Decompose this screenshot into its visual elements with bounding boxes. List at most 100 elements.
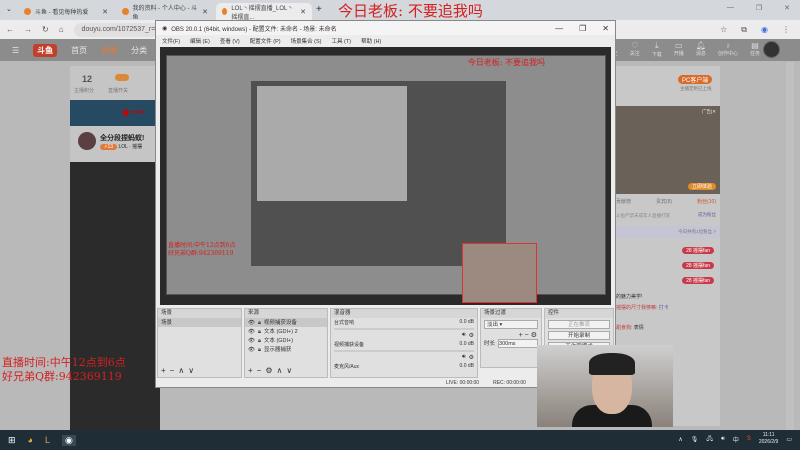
menu-profile[interactable]: 配置文件 (P) <box>250 37 281 45</box>
microphone-icon[interactable]: 🎙︎ <box>691 436 699 443</box>
add-icon[interactable]: + <box>161 366 166 375</box>
up-icon[interactable]: ∧ <box>178 366 184 375</box>
minimize-button[interactable]: — <box>727 4 734 12</box>
menu-tools[interactable]: 工具 (T) <box>332 37 352 45</box>
nav-live[interactable]: 直播 <box>101 45 117 56</box>
nav-category[interactable]: 分类 <box>131 45 147 56</box>
up-icon[interactable]: ∧ <box>277 366 283 375</box>
maximize-button[interactable]: ❐ <box>756 4 762 12</box>
tab-fans[interactable]: 粉丝(10) <box>697 198 716 205</box>
ad-video[interactable]: 广告|✕ 立即体验 <box>612 106 720 194</box>
extensions-icon[interactable]: ⧉ <box>741 25 747 35</box>
start-recording-button[interactable]: 开始录制 <box>548 331 610 340</box>
down-icon[interactable]: ∨ <box>188 366 194 375</box>
streaming-button[interactable]: 正在推流 <box>548 320 610 329</box>
add-icon[interactable]: + <box>519 332 523 339</box>
hamburger-icon[interactable]: ☰ <box>12 46 19 55</box>
close-icon[interactable]: ✕ <box>102 8 108 16</box>
eye-icon[interactable]: 👁︎ <box>248 319 255 327</box>
chat-user[interactable]: 摇摆的尺寸我够嘛: <box>616 305 657 311</box>
source-item[interactable]: 👁︎ 🔒︎ 显示器捕获 <box>245 345 327 354</box>
tab-vip[interactable]: 贵宾(8) <box>656 198 672 205</box>
tab-douyu-home[interactable]: 斗鱼 - 看见每种热爱 ✕ <box>18 3 114 20</box>
league-client-icon[interactable]: L <box>45 435 50 445</box>
remove-icon[interactable]: − <box>170 366 175 375</box>
lock-icon[interactable]: 🔒︎ <box>258 319 261 327</box>
tab-contributors[interactable]: 贡献榜 <box>616 198 631 205</box>
nav-home[interactable]: 首页 <box>71 45 87 56</box>
close-icon[interactable]: ✕ <box>202 8 208 16</box>
star-icon[interactable]: ☆ <box>720 25 727 35</box>
scene-item[interactable]: 场景 <box>158 318 241 327</box>
menu-icon[interactable]: ⋮ <box>782 25 790 35</box>
obs-icon[interactable]: ◉ <box>62 434 76 446</box>
remove-icon[interactable]: − <box>257 366 262 375</box>
gear-icon[interactable]: ⚙ <box>265 366 272 375</box>
transition-select[interactable]: 淡出 ▾ <box>484 320 538 329</box>
eye-icon[interactable]: 👁︎ <box>248 346 255 354</box>
down-icon[interactable]: ∨ <box>286 366 292 375</box>
menu-edit[interactable]: 编辑 (E) <box>190 37 210 45</box>
streamer-avatar[interactable] <box>78 132 96 150</box>
ad-cta-button[interactable]: 立即体验 <box>687 183 716 190</box>
ime-indicator[interactable]: 中 <box>733 435 739 444</box>
volume-slider[interactable] <box>334 350 474 352</box>
gear-icon[interactable]: ⚙ <box>531 332 537 339</box>
lock-icon[interactable]: 🔒︎ <box>258 328 261 336</box>
chrome-icon[interactable]: ◕ <box>28 435 33 445</box>
new-tab-button[interactable]: + <box>316 4 322 15</box>
tab-list-chevron-icon[interactable]: ⌄ <box>6 5 12 13</box>
user-avatar[interactable] <box>763 41 780 58</box>
become-fan-button[interactable]: 成为粉丝 <box>698 212 716 218</box>
pc-client-button[interactable]: PC客户端 <box>678 75 713 84</box>
chat-user[interactable]: 甜食狗: <box>616 325 632 331</box>
live-toggle[interactable] <box>115 74 129 81</box>
eye-icon[interactable]: 👁︎ <box>248 328 255 336</box>
reload-icon[interactable]: ↻ <box>42 25 49 34</box>
home-icon[interactable]: ⌂ <box>59 25 64 34</box>
fans-hint[interactable]: 今日共有1位粉丝 > <box>612 226 720 238</box>
tray-expand-icon[interactable]: ∧ <box>678 436 682 443</box>
obs-preview[interactable]: 今日老板: 不要追我吗 直播时间:中午12点到6点 好兄弟Q群:942369119 <box>160 47 611 305</box>
page-scrollbar[interactable] <box>786 62 794 430</box>
menu-help[interactable]: 帮助 (H) <box>361 37 381 45</box>
source-item[interactable]: 👁︎ 🔒︎ 视频捕获设备 <box>245 318 327 327</box>
header-download[interactable]: ⤓ 下载 <box>652 41 662 58</box>
lock-icon[interactable]: 🔒︎ <box>258 337 261 345</box>
minimize-button[interactable]: — <box>555 24 563 33</box>
volume-icon[interactable]: 🔊︎ <box>721 436 725 443</box>
douyu-logo[interactable]: 斗鱼 <box>33 43 58 57</box>
header-creator[interactable]: ♁ 创作中心 <box>718 41 738 58</box>
close-window-button[interactable]: ✕ <box>784 4 790 12</box>
speaker-icon[interactable]: 🔊︎ <box>462 332 466 339</box>
back-icon[interactable]: ← <box>6 25 14 34</box>
forward-icon[interactable]: → <box>24 25 32 34</box>
tab-profile[interactable]: 我的资料 - 个人中心 - 斗鱼 ✕ <box>116 3 214 21</box>
ad-close[interactable]: 广告|✕ <box>702 109 716 115</box>
network-icon[interactable]: 🖧 <box>706 434 713 444</box>
menu-view[interactable]: 查看 (V) <box>220 37 240 45</box>
volume-slider[interactable] <box>334 328 474 330</box>
source-item[interactable]: 👁︎ 🔒︎ 文本 (GDI+) 2 <box>245 327 327 336</box>
clock[interactable]: 11:11 2026/2/9 <box>759 432 778 446</box>
gear-icon[interactable]: ⚙ <box>469 332 474 339</box>
speaker-icon[interactable]: 🔊︎ <box>462 354 466 361</box>
tab-live-room[interactable]: LOL丶摇摆直播_LOL丶摇摆直... ✕ <box>216 3 312 21</box>
windows-start-icon[interactable]: ⊞ <box>8 435 16 446</box>
close-button[interactable]: ✕ <box>602 24 609 33</box>
header-follow[interactable]: ♡ 关注 <box>630 41 640 58</box>
remove-icon[interactable]: − <box>525 332 529 339</box>
header-tasks[interactable]: ▤ 任务 <box>750 41 760 58</box>
menu-scene-collection[interactable]: 场景集合 (S) <box>291 37 322 45</box>
eye-icon[interactable]: 👁︎ <box>248 337 255 345</box>
add-icon[interactable]: + <box>248 366 253 375</box>
lock-icon[interactable]: 🔒︎ <box>258 346 261 354</box>
profile-icon[interactable]: ◉ <box>761 25 768 35</box>
video-player[interactable] <box>70 162 160 432</box>
webcam-source-preview[interactable] <box>462 243 537 303</box>
notification-icon[interactable]: ▭ <box>786 436 792 443</box>
category-link[interactable]: LOL · 摇摆 <box>118 144 142 150</box>
close-icon[interactable]: ✕ <box>300 8 306 16</box>
duration-input[interactable]: 300ms <box>498 339 538 348</box>
app-tray-icon[interactable]: S <box>747 436 751 442</box>
